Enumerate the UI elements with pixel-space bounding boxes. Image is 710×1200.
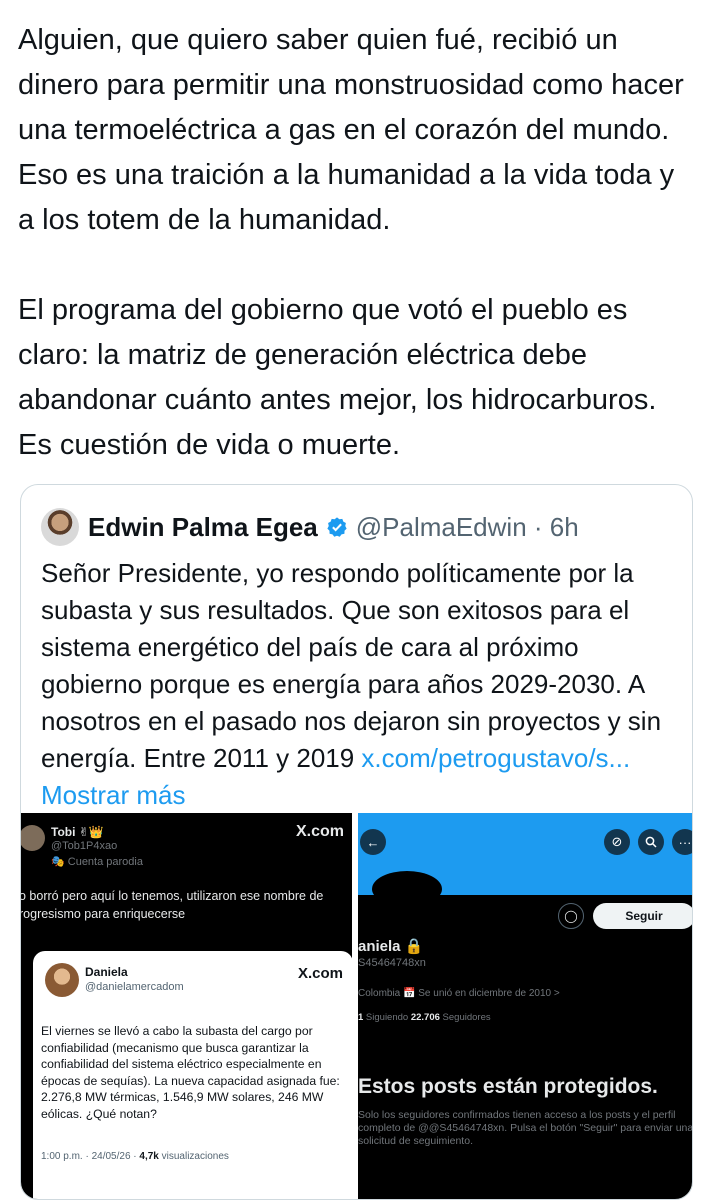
followers-label: Seguidores [439, 1012, 491, 1023]
x-logo: X.com [297, 965, 343, 982]
protected-title: Estos posts están protegidos. [358, 1075, 658, 1098]
embedded-inner-post: Daniela @danielamercadom X.com El vierne… [33, 951, 352, 1199]
avatar [21, 825, 45, 851]
inner-post-text: El viernes se llevó a cabo la subasta de… [41, 1024, 340, 1121]
quoted-post-card[interactable]: Edwin Palma Egea @PalmaEdwin · 6h Señor … [20, 484, 693, 1200]
quoted-post-body: Señor Presidente, yo respondo políticame… [41, 555, 681, 814]
profile-handle: S45464748xn [358, 957, 426, 969]
inner-post-meta: 1:00 p.m. · 24/05/26 · 4,7k visualizacio… [41, 1151, 229, 1162]
profile-info: Colombia 📅 Se unió en diciembre de 2010 … [358, 988, 560, 999]
show-more-link[interactable]: Mostrar más [41, 780, 185, 810]
media-image-left[interactable]: Tobi ✌👑 @Tob1P4xao 🎭 Cuenta parodia X.co… [21, 813, 352, 1199]
embedded-author-handle: @Tob1P4xao [51, 840, 118, 852]
filter-icon: ⊘ [604, 829, 630, 855]
quoted-post-header: Edwin Palma Egea @PalmaEdwin · 6h [41, 507, 579, 547]
parody-label: 🎭 Cuenta parodia [51, 856, 143, 868]
author-handle-time: @PalmaEdwin · 6h [355, 511, 579, 542]
quoted-post-link[interactable]: x.com/petrogustavo/s... [361, 743, 630, 773]
embedded-post-header: Tobi ✌👑 @Tob1P4xao 🎭 Cuenta parodia X.co… [21, 813, 352, 883]
views-label: visualizaciones [158, 1151, 229, 1162]
profile-name: aniela 🔒 [358, 938, 424, 955]
views-count: 4,7k [139, 1151, 159, 1162]
author-name[interactable]: Edwin Palma Egea [88, 512, 318, 543]
media-image-right[interactable]: ← ⊘ ··· ◯ Seguir aniela 🔒 S45464748xn Co… [358, 813, 693, 1199]
avatar[interactable] [41, 508, 79, 546]
protected-description: Solo los seguidores confirmados tienen a… [358, 1109, 693, 1147]
avatar [372, 871, 442, 907]
embedded-post-text: o borró pero aquí lo tenemos, utilizaron… [21, 889, 324, 921]
inner-author-handle: @danielamercadom [85, 981, 184, 993]
embedded-author-name: Tobi ✌👑 [51, 825, 104, 839]
x-logo: X.com [295, 823, 344, 840]
message-icon: ◯ [558, 903, 584, 929]
inner-post-time: 1:00 p.m. · 24/05/26 · [41, 1151, 140, 1162]
inner-author-name: Daniela [85, 965, 128, 979]
follow-button: Seguir [593, 903, 692, 929]
quoted-post-text: Señor Presidente, yo respondo políticame… [41, 558, 662, 773]
verified-badge-icon [326, 516, 348, 538]
more-icon: ··· [672, 829, 692, 855]
follow-counts: 1 Siguiendo 22.706 Seguidores [358, 1012, 491, 1023]
followers-count: 22.706 [410, 1012, 440, 1023]
post-text: Alguien, que quiero saber quien fué, rec… [18, 24, 684, 461]
back-arrow-icon: ← [360, 829, 386, 855]
search-icon [638, 829, 664, 855]
following-label: Siguiendo [363, 1012, 411, 1023]
avatar [45, 963, 79, 997]
